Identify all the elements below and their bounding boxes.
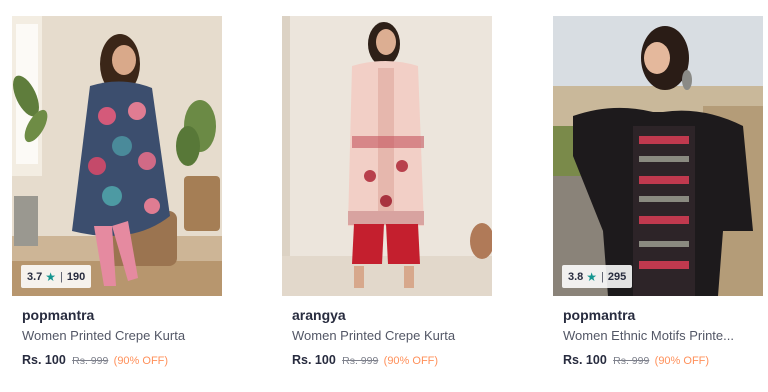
product-card[interactable]: arangya Women Printed Crepe Kurta Rs. 10… bbox=[282, 0, 493, 392]
product-brand: popmantra bbox=[22, 307, 95, 323]
product-photo bbox=[282, 16, 492, 296]
rating-separator: | bbox=[601, 270, 604, 283]
price-row: Rs. 100 Rs. 999 (90% OFF) bbox=[292, 351, 493, 370]
rating-separator: | bbox=[60, 270, 63, 283]
product-name: Women Printed Crepe Kurta bbox=[22, 328, 186, 343]
product-mrp: Rs. 999 bbox=[72, 355, 109, 367]
price-row: Rs. 100 Rs. 999 (90% OFF) bbox=[22, 351, 224, 370]
product-image[interactable] bbox=[282, 16, 492, 296]
star-icon: ★ bbox=[45, 269, 57, 284]
product-name: Women Ethnic Motifs Printe... bbox=[563, 328, 734, 343]
product-name: Women Printed Crepe Kurta bbox=[292, 328, 456, 343]
product-info: popmantra Women Printed Crepe Kurta Rs. … bbox=[22, 306, 224, 370]
product-price: Rs. 100 bbox=[22, 353, 66, 367]
star-icon: ★ bbox=[586, 269, 598, 284]
product-brand: popmantra bbox=[563, 307, 636, 323]
rating-count: 190 bbox=[66, 270, 86, 283]
product-image[interactable]: 3.8 ★ | 295 bbox=[553, 16, 763, 296]
product-mrp: Rs. 999 bbox=[613, 355, 650, 367]
product-card[interactable]: 3.7 ★ | 190 popmantra Women Printed Crep… bbox=[12, 0, 224, 392]
product-card[interactable]: 3.8 ★ | 295 popmantra Women Ethnic Motif… bbox=[553, 0, 768, 392]
product-image[interactable]: 3.7 ★ | 190 bbox=[12, 16, 222, 296]
rating-value: 3.8 bbox=[568, 270, 584, 283]
rating-count: 295 bbox=[607, 270, 627, 283]
product-info: arangya Women Printed Crepe Kurta Rs. 10… bbox=[292, 306, 493, 370]
product-brand: arangya bbox=[292, 307, 346, 323]
product-discount: (90% OFF) bbox=[383, 355, 439, 367]
product-discount: (90% OFF) bbox=[654, 355, 710, 367]
product-photo bbox=[12, 16, 222, 296]
product-discount: (90% OFF) bbox=[113, 355, 169, 367]
price-row: Rs. 100 Rs. 999 (90% OFF) bbox=[563, 351, 768, 370]
product-price: Rs. 100 bbox=[563, 353, 607, 367]
rating-value: 3.7 bbox=[27, 270, 43, 283]
product-photo bbox=[553, 16, 763, 296]
product-info: popmantra Women Ethnic Motifs Printe... … bbox=[563, 306, 768, 370]
rating-badge: 3.7 ★ | 190 bbox=[21, 265, 92, 288]
rating-badge: 3.8 ★ | 295 bbox=[562, 265, 633, 288]
product-mrp: Rs. 999 bbox=[342, 355, 379, 367]
product-price: Rs. 100 bbox=[292, 353, 336, 367]
